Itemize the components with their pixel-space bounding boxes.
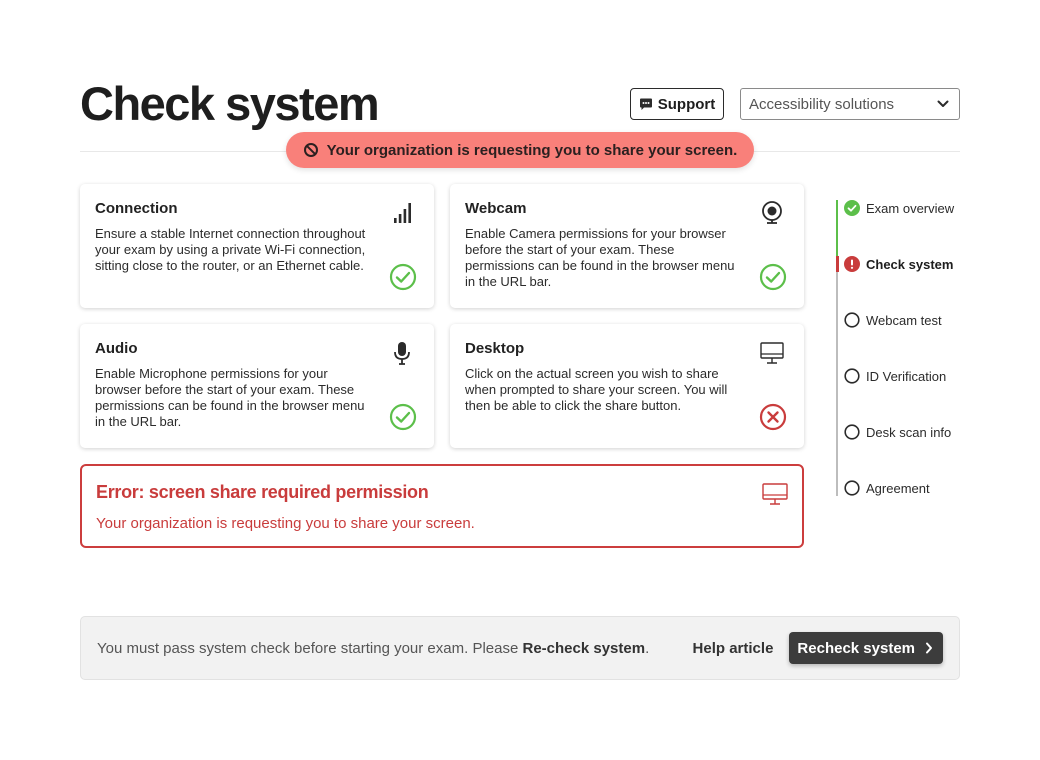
empty-circle-icon (844, 480, 860, 496)
support-button[interactable]: Support (630, 88, 724, 120)
check-pass-icon (389, 263, 417, 291)
audio-card: Audio Enable Microphone permissions for … (80, 324, 434, 448)
chevron-down-icon (937, 100, 949, 107)
step-exam-overview[interactable]: Exam overview (844, 200, 954, 216)
check-pass-icon (759, 263, 787, 291)
connection-card: Connection Ensure a stable Internet conn… (80, 184, 434, 308)
desktop-title: Desktop (465, 340, 525, 357)
desktop-icon (760, 342, 784, 364)
steps-progress (836, 200, 838, 256)
toast-message: Your organization is requesting you to s… (326, 141, 738, 159)
audio-title: Audio (95, 340, 138, 357)
screen-share-error: Error: screen share required permission … (80, 464, 804, 548)
support-label: Support (657, 95, 716, 113)
step-label: Exam overview (866, 200, 955, 216)
chevron-right-icon (926, 642, 932, 654)
webcam-card: Webcam Enable Camera permissions for you… (450, 184, 804, 308)
audio-description: Enable Microphone permissions for your b… (95, 366, 365, 429)
step-webcam-test[interactable]: Webcam test (844, 312, 942, 328)
desktop-description: Click on the actual screen you wish to s… (465, 366, 728, 413)
footer-message-bold: Re-check system (522, 639, 646, 657)
step-check-system[interactable]: Check system (844, 256, 953, 272)
webcam-title: Webcam (465, 200, 527, 217)
desktop-card: Desktop Click on the actual screen you w… (450, 324, 804, 448)
empty-circle-icon (844, 368, 860, 384)
step-label: ID Verification (866, 368, 947, 384)
connection-description: Ensure a stable Internet connection thro… (95, 226, 366, 273)
progress-steps: Exam overview Check system Webcam test I… (836, 200, 976, 496)
step-label: Check system (866, 256, 954, 272)
recheck-system-button[interactable]: Recheck system (789, 632, 943, 664)
check-pass-icon (389, 403, 417, 431)
screen-share-toast: Your organization is requesting you to s… (286, 132, 754, 168)
accessibility-select-value: Accessibility solutions (749, 95, 895, 113)
footer-message-suffix: . (645, 639, 650, 657)
step-id-verification[interactable]: ID Verification (844, 368, 946, 384)
error-title: Error: screen share required permission (96, 482, 429, 502)
check-fail-icon (759, 403, 787, 431)
empty-circle-icon (844, 424, 860, 440)
accessibility-select[interactable]: Accessibility solutions (740, 88, 960, 120)
step-agreement[interactable]: Agreement (844, 480, 930, 496)
microphone-icon (394, 342, 410, 365)
footer-message: You must pass system check before starti… (97, 640, 649, 657)
chat-icon (639, 98, 652, 110)
webcam-icon (762, 201, 782, 224)
footer-message-prefix: You must pass system check before starti… (97, 639, 523, 657)
error-message: Your organization is requesting you to s… (96, 515, 475, 532)
signal-icon (394, 203, 411, 223)
footer-bar: You must pass system check before starti… (80, 616, 960, 680)
desktop-icon (762, 483, 788, 505)
step-label: Desk scan info (866, 424, 952, 440)
recheck-label: Recheck system (797, 639, 915, 657)
help-article-link[interactable]: Help article (693, 640, 774, 657)
empty-circle-icon (844, 312, 860, 328)
steps-current-marker (836, 256, 839, 272)
webcam-description: Enable Camera permissions for your brows… (465, 226, 735, 289)
blocked-icon (303, 143, 318, 157)
check-circle-icon (844, 200, 860, 216)
step-desk-scan-info[interactable]: Desk scan info (844, 424, 951, 440)
alert-circle-icon (844, 256, 860, 272)
connection-title: Connection (95, 200, 178, 217)
step-label: Webcam test (866, 312, 942, 328)
step-label: Agreement (866, 480, 930, 496)
page-title: Check system (80, 77, 380, 130)
